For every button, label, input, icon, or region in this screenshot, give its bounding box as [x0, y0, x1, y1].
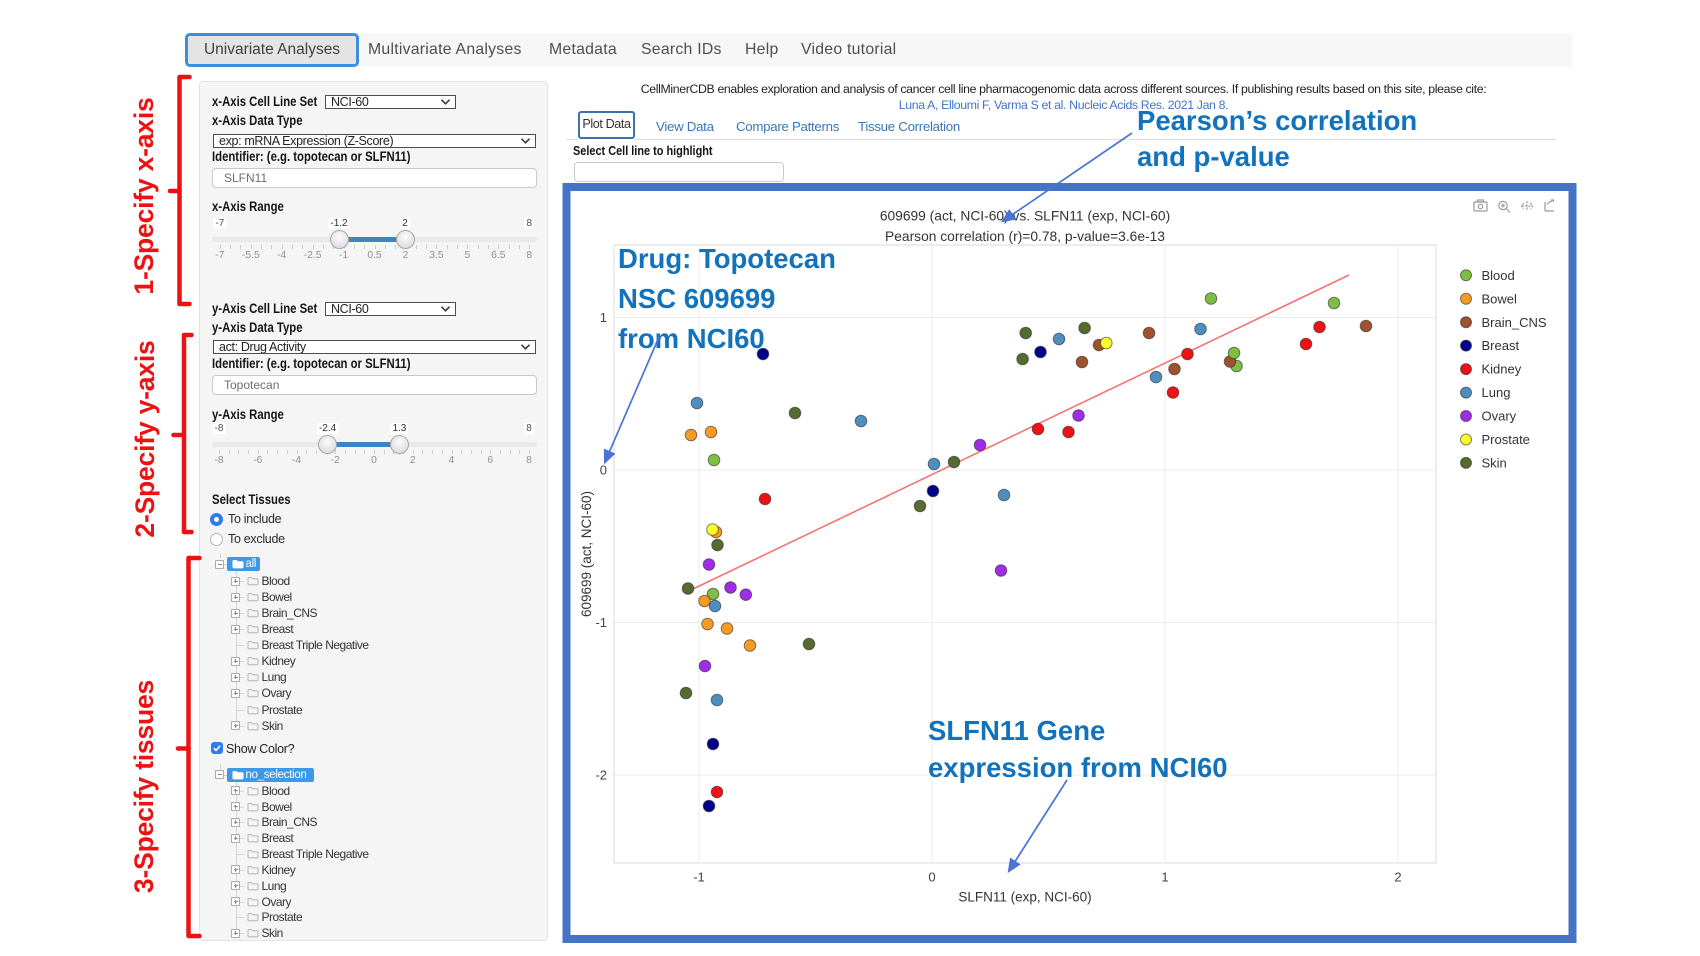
svg-text:3-Specify tissues: 3-Specify tissues [129, 680, 159, 893]
svg-text:Pearson’s correlation: Pearson’s correlation [1137, 105, 1417, 136]
svg-text:from NCI60: from NCI60 [618, 323, 765, 354]
svg-text:Pearson correlation (r)=0.78,: Pearson correlation (r)=0.78, p-value=3.… [885, 229, 1165, 244]
svg-text:Brain_CNS: Brain_CNS [1482, 315, 1547, 330]
svg-text:1: 1 [1161, 870, 1168, 885]
svg-text:2: 2 [1394, 870, 1401, 885]
svg-text:609699 (act, NCI-60) vs. SLFN1: 609699 (act, NCI-60) vs. SLFN11 (exp, NC… [880, 208, 1170, 223]
svg-text:Drug: Topotecan: Drug: Topotecan [618, 243, 836, 274]
svg-text:expression from NCI60: expression from NCI60 [928, 752, 1228, 783]
svg-text:Breast: Breast [1482, 338, 1520, 353]
svg-text:0: 0 [600, 463, 607, 478]
svg-text:-1: -1 [693, 870, 705, 885]
svg-text:1: 1 [600, 310, 607, 325]
svg-text:Lung: Lung [1482, 385, 1511, 400]
svg-text:Kidney: Kidney [1482, 362, 1522, 377]
svg-text:Blood: Blood [1482, 268, 1515, 283]
svg-text:Skin: Skin [1482, 456, 1507, 471]
svg-text:-1: -1 [595, 615, 607, 630]
svg-text:SLFN11 (exp, NCI-60): SLFN11 (exp, NCI-60) [958, 889, 1091, 904]
svg-text:Ovary: Ovary [1482, 409, 1517, 424]
svg-text:1-Specify x-axis: 1-Specify x-axis [129, 97, 159, 294]
svg-text:Bowel: Bowel [1482, 291, 1518, 306]
svg-text:and p-value: and p-value [1137, 141, 1290, 172]
svg-text:Prostate: Prostate [1482, 432, 1530, 447]
svg-text:NSC 609699: NSC 609699 [618, 283, 775, 314]
svg-text:SLFN11 Gene: SLFN11 Gene [928, 715, 1105, 746]
svg-text:2-Specify y-axis: 2-Specify y-axis [130, 340, 160, 537]
svg-text:0: 0 [928, 870, 935, 885]
svg-text:-2: -2 [595, 768, 607, 783]
svg-text:609699 (act, NCI-60): 609699 (act, NCI-60) [579, 491, 594, 617]
